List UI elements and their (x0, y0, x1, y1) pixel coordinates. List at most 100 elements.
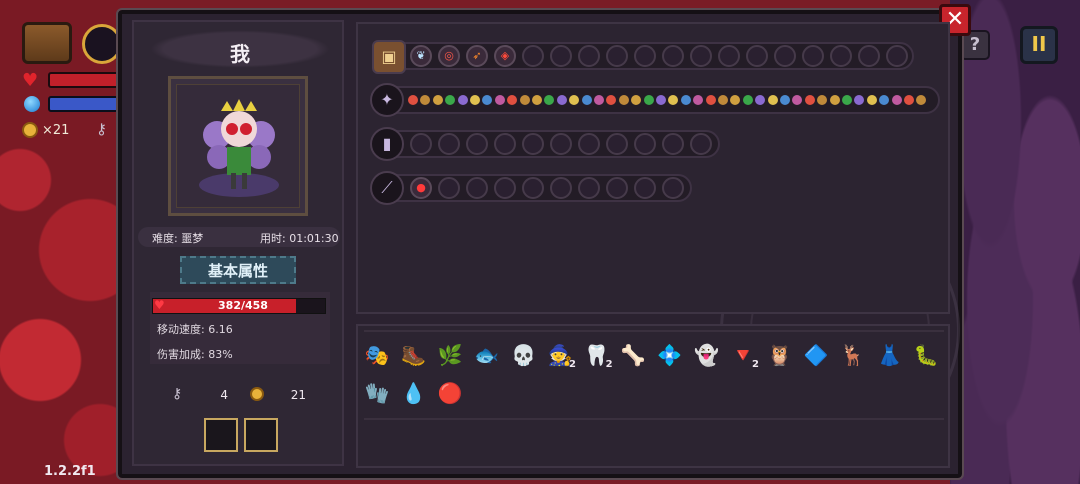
wand-modifier-icon[interactable] (842, 95, 852, 105)
cannon-slot-icon[interactable]: ▮ (370, 127, 404, 161)
hud-mana-bar (48, 96, 128, 112)
wand-modifier-icon[interactable] (457, 95, 468, 105)
ribcage-icon[interactable]: 🦴 (618, 340, 648, 370)
staff-empty-socket[interactable] (494, 177, 516, 199)
cannon-empty-socket[interactable] (634, 133, 656, 155)
chest-empty-socket[interactable] (718, 45, 740, 67)
wand-modifier-icon[interactable] (742, 95, 753, 105)
chest-empty-socket[interactable] (830, 45, 852, 67)
cannon-empty-socket[interactable] (522, 133, 544, 155)
chest-empty-socket[interactable] (662, 45, 684, 67)
chest-empty-socket[interactable] (858, 45, 880, 67)
chest-empty-socket[interactable] (802, 45, 824, 67)
cannon-empty-socket[interactable] (410, 133, 432, 155)
chest-slot-icon[interactable]: ▣ (372, 40, 406, 74)
green-claw-icon[interactable]: 🌿 (435, 340, 465, 370)
hud-chest-icon[interactable] (22, 22, 72, 64)
wand-modifier-icon[interactable] (432, 95, 443, 105)
version-label: 1.2.2f1 (44, 464, 96, 479)
target-gem-icon[interactable]: ◎ (438, 45, 460, 67)
green-gem-box-icon[interactable]: 💠 (655, 340, 685, 370)
wand-modifier-icon[interactable] (594, 95, 604, 105)
purple-dress-icon[interactable]: 👗 (874, 340, 904, 370)
move-speed-stat: 移动速度: 6.16 (157, 323, 233, 336)
wand-modifier-icon[interactable] (408, 95, 418, 105)
cannon-empty-socket[interactable] (438, 133, 460, 155)
blue-drop-icon[interactable]: 💧 (399, 378, 429, 408)
chest-empty-socket[interactable] (886, 45, 908, 67)
key-count: 4 (220, 388, 228, 402)
gold-antler-icon[interactable]: 🦌 (838, 340, 868, 370)
blue-mirror-icon[interactable]: 🔷 (801, 340, 831, 370)
cannon-empty-socket[interactable] (494, 133, 516, 155)
active-item-slot-1[interactable] (204, 418, 238, 452)
wand-modifier-icon[interactable] (581, 95, 592, 105)
wand-modifier-icon[interactable] (680, 95, 691, 105)
chest-empty-socket[interactable] (522, 45, 544, 67)
chest-empty-socket[interactable] (606, 45, 628, 67)
dark-skull-icon[interactable]: 💀 (508, 340, 538, 370)
chest-empty-socket[interactable] (634, 45, 656, 67)
wand-modifier-icon[interactable] (718, 95, 728, 105)
wand-modifier-icon[interactable] (780, 95, 790, 105)
wand-modifier-icon[interactable] (891, 95, 902, 105)
wand-modifier-icon[interactable] (494, 95, 505, 105)
coin-icon (250, 387, 264, 401)
red-eye-fish-icon[interactable]: 🐟 (472, 340, 502, 370)
staff-empty-socket[interactable] (662, 177, 684, 199)
wand-modifier-icon[interactable] (656, 95, 666, 105)
staff-empty-socket[interactable] (522, 177, 544, 199)
wand-modifier-icon[interactable] (618, 95, 629, 105)
cannon-empty-socket[interactable] (550, 133, 572, 155)
wand-modifier-icon[interactable] (705, 95, 716, 105)
cannon-empty-socket[interactable] (466, 133, 488, 155)
cannon-empty-socket[interactable] (606, 133, 628, 155)
attributes-title: 基本属性 (207, 262, 268, 280)
staff-empty-socket[interactable] (578, 177, 600, 199)
wand-modifier-icon[interactable] (519, 95, 530, 105)
wand-modifier-icon[interactable] (804, 95, 815, 105)
staff-empty-socket[interactable] (606, 177, 628, 199)
staff-empty-socket[interactable] (550, 177, 572, 199)
gold-gauntlet-icon[interactable]: 🧤 (362, 378, 392, 408)
staff-empty-socket[interactable] (466, 177, 488, 199)
staff-empty-socket[interactable] (438, 177, 460, 199)
wand-modifier-icon[interactable] (470, 95, 480, 105)
flame-diamond-gem-icon[interactable]: ◈ (494, 45, 516, 67)
red-eye-icon[interactable]: 🔴 (435, 378, 465, 408)
wand-modifier-icon[interactable] (643, 95, 654, 105)
gray-ghost-icon[interactable]: 👻 (691, 340, 721, 370)
time-label: 用时: 01:01:30 (260, 232, 339, 245)
chest-empty-socket[interactable] (690, 45, 712, 67)
hud-mana-icon (24, 96, 40, 112)
game-world-right (950, 0, 1080, 484)
wand-modifier-icon[interactable] (904, 95, 914, 105)
cannon-empty-socket[interactable] (578, 133, 600, 155)
butterfly-gem-icon[interactable]: ❦ (410, 45, 432, 67)
wand-modifier-icon[interactable] (829, 95, 840, 105)
green-boot-icon[interactable]: 🥾 (399, 340, 429, 370)
chest-empty-socket[interactable] (578, 45, 600, 67)
purple-hair-mask-icon[interactable]: 🎭 (362, 340, 392, 370)
green-worm-icon[interactable]: 🐛 (911, 340, 941, 370)
dark-owl-icon[interactable]: 🦉 (765, 340, 795, 370)
chest-empty-socket[interactable] (550, 45, 572, 67)
character-portrait (176, 84, 300, 208)
chest-empty-socket[interactable] (774, 45, 796, 67)
wand-modifier-icon[interactable] (767, 95, 778, 105)
pause-button[interactable]: II (1020, 26, 1058, 64)
chest-empty-socket[interactable] (746, 45, 768, 67)
staff-empty-socket[interactable] (634, 177, 656, 199)
wand-slot-icon[interactable]: ✦ (370, 83, 404, 117)
wand-modifier-icon[interactable] (556, 95, 567, 105)
bomb-gem-icon[interactable]: ● (410, 177, 432, 199)
wand-modifier-icon[interactable] (866, 95, 877, 105)
hud-wand-icon[interactable] (82, 24, 122, 64)
wand-modifier-icon[interactable] (532, 95, 542, 105)
cannon-empty-socket[interactable] (662, 133, 684, 155)
staff-slot-icon[interactable]: ⟋ (370, 171, 404, 205)
fire-dart-gem-icon[interactable]: ➶ (466, 45, 488, 67)
item-count: 2 (752, 359, 759, 370)
cannon-empty-socket[interactable] (690, 133, 712, 155)
active-item-slot-2[interactable] (244, 418, 278, 452)
